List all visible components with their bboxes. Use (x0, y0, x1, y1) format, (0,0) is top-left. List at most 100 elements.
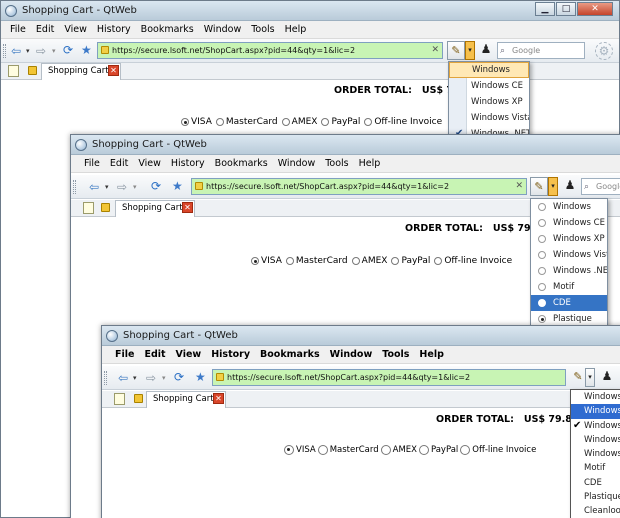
payment-visa[interactable]: VISA (251, 256, 282, 266)
style-menu-item[interactable]: Plastique (571, 490, 620, 504)
back-history-dropdown[interactable]: ▾ (26, 44, 30, 58)
menu-tools[interactable]: Tools (246, 24, 279, 35)
forward-history-dropdown[interactable]: ▾ (133, 180, 137, 194)
menu-bookmarks[interactable]: Bookmarks (136, 24, 199, 35)
radio-paypal[interactable] (321, 118, 330, 126)
menu-bookmarks[interactable]: Bookmarks (210, 158, 273, 169)
radio-offline-invoice[interactable] (460, 445, 471, 455)
forward-arrow-icon[interactable]: ⇨ (146, 371, 156, 385)
style-menu-item[interactable]: Windows Vista (531, 247, 607, 263)
payment-amex[interactable]: AMEX (281, 117, 317, 127)
new-tab-icon[interactable] (114, 393, 125, 405)
title-bar[interactable]: Shopping Cart - QtWeb ▁ □ ✕ (1, 1, 619, 21)
style-menu-item[interactable]: Windows Vista (449, 110, 529, 126)
menu-file[interactable]: File (79, 158, 105, 169)
payment-paypal[interactable]: PayPal (391, 256, 430, 266)
menu-file[interactable]: File (5, 24, 31, 35)
style-menu-item[interactable]: Windows (449, 62, 529, 78)
back-arrow-icon[interactable]: ⇦ (118, 371, 128, 385)
maximize-button[interactable]: □ (556, 2, 576, 16)
style-menu-item[interactable]: CDE (531, 295, 607, 311)
menu-window[interactable]: Window (273, 158, 320, 169)
radio-visa[interactable] (181, 118, 189, 126)
magic-wand-icon[interactable]: ✎ (447, 41, 465, 60)
user-agent-icon[interactable]: ♟ (598, 368, 616, 387)
style-menu-item[interactable]: Windows (571, 404, 620, 419)
search-input[interactable]: ⌕ Google (581, 178, 620, 195)
menu-view[interactable]: View (133, 158, 166, 169)
menu-history[interactable]: History (206, 349, 255, 360)
back-history-dropdown[interactable]: ▾ (133, 371, 137, 385)
style-menu-item[interactable]: CDE (571, 476, 620, 490)
magic-wand-icon[interactable]: ✎ (530, 177, 548, 196)
address-bar[interactable]: https://secure.lsoft.net/ShopCart.aspx?p… (191, 178, 527, 195)
clear-url-icon[interactable]: ✕ (515, 179, 523, 194)
style-menu-item[interactable]: ✔ Windows (571, 419, 620, 433)
user-agent-icon[interactable]: ♟ (561, 177, 579, 196)
toolbar-grip[interactable] (73, 180, 76, 194)
menu-help[interactable]: Help (354, 158, 386, 169)
radio-amex[interactable] (351, 257, 360, 265)
star-icon[interactable]: ★ (172, 179, 183, 193)
title-bar[interactable]: Shopping Cart - QtWeb (71, 135, 620, 155)
style-menu-item[interactable]: Windows .NET (531, 263, 607, 279)
style-menu-item[interactable]: Motif (571, 461, 620, 475)
style-menu-item[interactable]: Windows (571, 447, 620, 461)
star-icon[interactable]: ★ (195, 370, 206, 384)
payment-offline-invoice[interactable]: Off-line Invoice (460, 445, 536, 455)
style-menu-item[interactable]: Windows (571, 433, 620, 447)
minimize-button[interactable]: ▁ (535, 2, 555, 16)
menu-view[interactable]: View (171, 349, 207, 360)
radio-visa[interactable] (284, 445, 294, 455)
forward-history-dropdown[interactable]: ▾ (162, 371, 166, 385)
payment-paypal[interactable]: PayPal (321, 117, 360, 127)
search-input[interactable]: ⌕ Google (497, 42, 585, 59)
menu-edit[interactable]: Edit (31, 24, 59, 35)
payment-visa[interactable]: VISA (284, 445, 316, 455)
style-menu-item[interactable]: Windows CE (531, 215, 607, 231)
reload-icon[interactable]: ⟳ (63, 43, 73, 57)
menu-tools[interactable]: Tools (320, 158, 353, 169)
user-agent-icon[interactable]: ♟ (477, 41, 495, 60)
close-tab-icon[interactable]: ✕ (108, 65, 119, 76)
title-bar[interactable]: Shopping Cart - QtWeb (102, 326, 620, 346)
address-bar[interactable]: https://secure.lsoft.net/ShopCart.aspx?p… (97, 42, 443, 59)
menu-file[interactable]: File (110, 349, 139, 360)
back-history-dropdown[interactable]: ▾ (105, 180, 109, 194)
style-menu-item[interactable]: Windows XP (449, 94, 529, 110)
menu-edit[interactable]: Edit (139, 349, 170, 360)
menu-history[interactable]: History (92, 24, 136, 35)
style-menu-item[interactable]: Cleanlook (571, 504, 620, 518)
style-menu-item[interactable]: Windows (531, 199, 607, 215)
payment-visa[interactable]: VISA (181, 117, 212, 127)
menu-window[interactable]: Window (199, 24, 246, 35)
radio-offline-invoice[interactable] (364, 118, 373, 126)
style-menu-item[interactable]: Windows CE (449, 78, 529, 94)
style-menu-item[interactable]: Motif (531, 279, 607, 295)
payment-amex[interactable]: AMEX (351, 256, 387, 266)
address-bar[interactable]: https://secure.lsoft.net/ShopCart.aspx?p… (212, 369, 566, 386)
gear-icon[interactable]: ⚙ (595, 42, 613, 60)
back-arrow-icon[interactable]: ⇦ (89, 180, 99, 194)
close-tab-icon[interactable]: ✕ (182, 202, 193, 213)
menu-help[interactable]: Help (414, 349, 448, 360)
payment-offline-invoice[interactable]: Off-line Invoice (364, 117, 442, 127)
new-tab-icon[interactable] (83, 202, 94, 214)
style-menu-item[interactable]: Windows (571, 390, 620, 404)
new-tab-icon[interactable] (8, 65, 19, 77)
style-dropdown-button[interactable]: ▾ (548, 177, 558, 196)
forward-arrow-icon[interactable]: ⇨ (36, 44, 46, 58)
style-dropdown-button[interactable]: ▾ (465, 41, 475, 60)
payment-amex[interactable]: AMEX (380, 445, 417, 455)
menu-help[interactable]: Help (280, 24, 312, 35)
toolbar-grip[interactable] (104, 371, 107, 385)
payment-mastercard[interactable]: MasterCard (215, 117, 278, 127)
payment-mastercard[interactable]: MasterCard (317, 445, 379, 455)
reload-icon[interactable]: ⟳ (174, 370, 184, 384)
close-button[interactable]: ✕ (577, 2, 613, 16)
radio-amex[interactable] (380, 445, 391, 455)
back-arrow-icon[interactable]: ⇦ (11, 44, 21, 58)
radio-mastercard[interactable] (215, 118, 224, 126)
menu-edit[interactable]: Edit (105, 158, 133, 169)
menu-history[interactable]: History (166, 158, 210, 169)
